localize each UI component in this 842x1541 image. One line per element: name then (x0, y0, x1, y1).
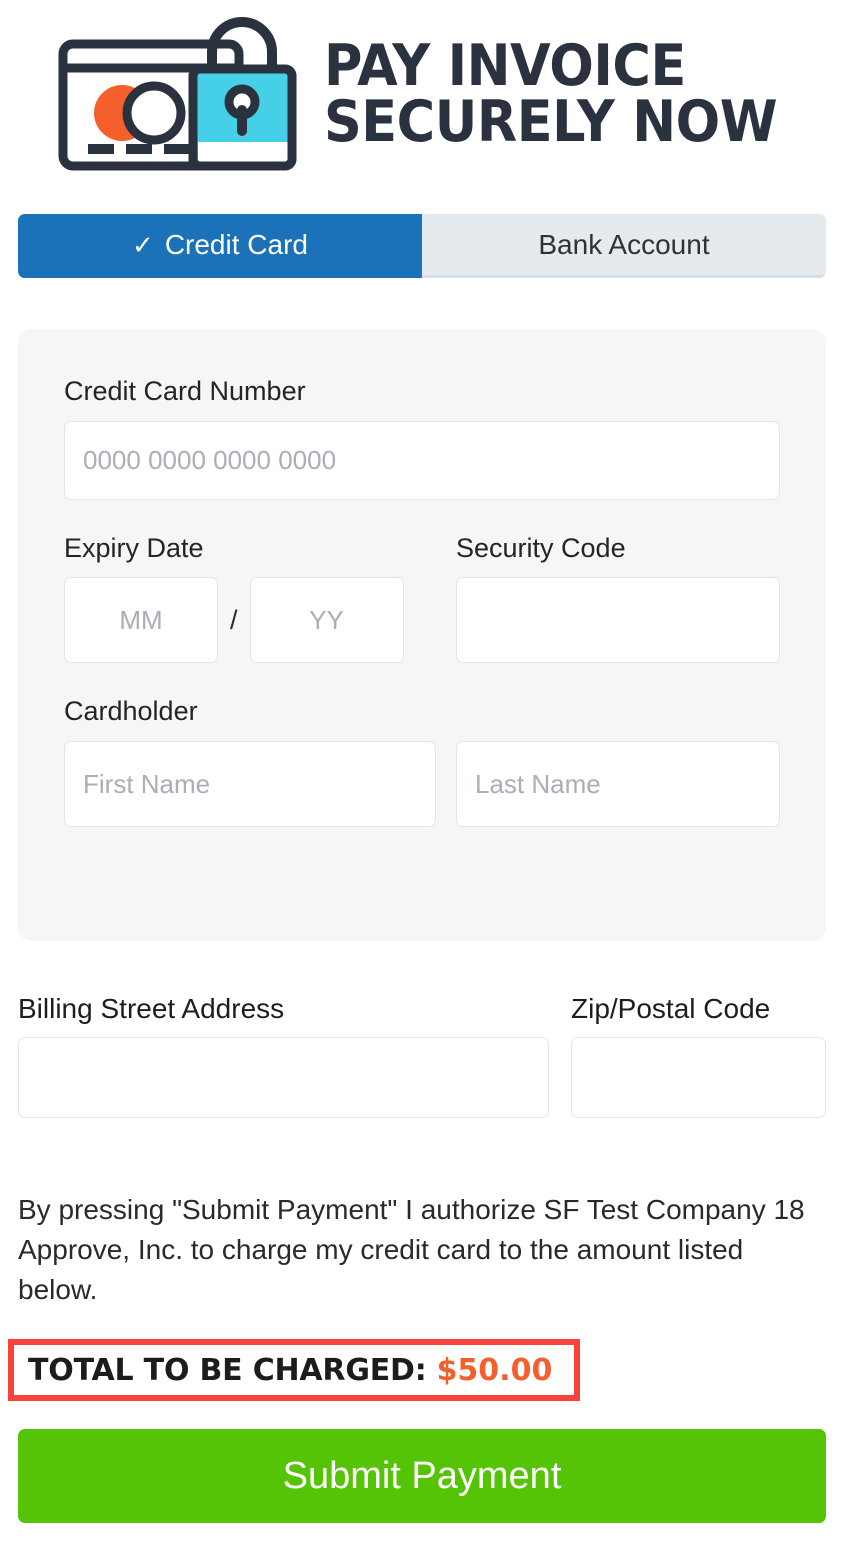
billing-street-label: Billing Street Address (18, 993, 285, 1024)
row-spacer (436, 534, 456, 664)
check-icon: ✓ (132, 229, 154, 260)
security-code-label: Security Code (456, 532, 626, 563)
authorization-text: By pressing "Submit Payment" I authorize… (18, 1194, 805, 1305)
card-number-label: Credit Card Number (64, 376, 306, 406)
credit-card-lock-icon (52, 14, 302, 176)
expiry-group: Expiry Date / (64, 532, 436, 664)
brand-wordmark: PAY INVOICE SECURELY NOW (324, 33, 817, 155)
total-charged-label: TOTAL TO BE CHARGED: (28, 1352, 427, 1388)
expiry-label: Expiry Date (64, 532, 204, 563)
expiry-month-input[interactable] (64, 577, 218, 664)
security-code-group: Security Code (456, 532, 780, 664)
expiry-separator: / (230, 604, 238, 635)
total-charged-amount: $50.00 (436, 1352, 553, 1388)
tab-bank-account-label: Bank Account (538, 228, 710, 260)
billing-street-group: Billing Street Address (18, 993, 549, 1118)
billing-zip-label: Zip/Postal Code (571, 993, 771, 1024)
cardholder-label: Cardholder (64, 696, 198, 727)
billing-zip-group: Zip/Postal Code (571, 993, 826, 1118)
billing-zip-input[interactable] (571, 1036, 826, 1118)
billing-section: Billing Street Address Zip/Postal Code (18, 993, 826, 1118)
total-charged-box: TOTAL TO BE CHARGED: $50.00 (8, 1339, 580, 1401)
expiry-security-row: Expiry Date / Security Code (64, 532, 780, 664)
brand-header: PAY INVOICE SECURELY NOW (0, 0, 842, 190)
brand-wordmark-line2: SECURELY NOW (324, 89, 778, 155)
tab-credit-card-label: Credit Card (164, 228, 308, 260)
card-number-input[interactable] (64, 420, 780, 500)
first-name-group (64, 741, 436, 828)
tab-credit-card[interactable]: ✓ Credit Card (18, 214, 422, 278)
tab-bank-account[interactable]: Bank Account (422, 214, 826, 278)
cardholder-group: Cardholder (64, 696, 780, 828)
last-name-group (456, 741, 780, 828)
brand-wordmark-line1: PAY INVOICE (324, 33, 686, 100)
billing-spacer (549, 994, 571, 1118)
submit-payment-button[interactable]: Submit Payment (18, 1429, 826, 1523)
name-row-spacer (436, 741, 456, 827)
credit-card-panel: Credit Card Number Expiry Date / Securit… (18, 329, 826, 941)
security-code-input[interactable] (456, 577, 780, 664)
first-name-input[interactable] (64, 741, 436, 828)
payment-method-tabs: ✓ Credit Card Bank Account (18, 214, 826, 278)
expiry-year-input[interactable] (249, 577, 404, 664)
last-name-input[interactable] (456, 741, 780, 828)
billing-street-input[interactable] (18, 1036, 549, 1118)
